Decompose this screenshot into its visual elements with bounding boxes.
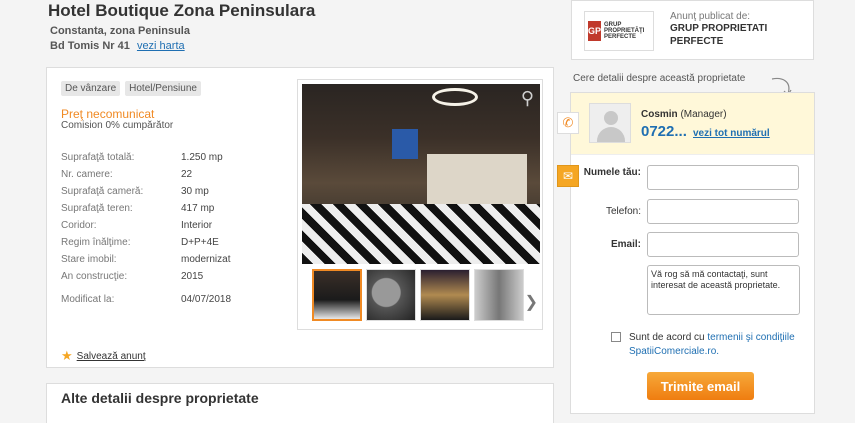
name-label: Numele tău:	[583, 167, 641, 178]
listing-tags: De vânzare Hotel/Pensiune	[61, 81, 201, 96]
spec-row: An construcţie: 2015	[61, 268, 281, 285]
thumbnail[interactable]	[474, 269, 524, 321]
terms-text: Sunt de acord cu termenii şi condiţiile …	[629, 331, 809, 358]
terms-agreement: Sunt de acord cu termenii şi condiţiile …	[611, 331, 809, 358]
phone-icon[interactable]: ✆	[557, 112, 579, 134]
agent-phone: 0722...	[641, 123, 687, 140]
spec-value: 30 mp	[181, 186, 209, 197]
spec-label: Suprafaţă teren:	[61, 203, 133, 214]
terms-checkbox[interactable]	[611, 332, 621, 342]
modified-label: Modificat la:	[61, 294, 115, 305]
photo-gallery: ⚲ ❯	[297, 79, 543, 330]
message-textarea[interactable]: Vă rog să mă contactaţi, sunt interesat …	[647, 265, 800, 315]
avatar-head	[604, 111, 618, 125]
spec-row: Suprafaţă cameră: 30 mp	[61, 183, 281, 200]
agency-name[interactable]: GRUP PROPRIETATI PERFECTE	[670, 23, 790, 48]
thumbnail[interactable]	[420, 269, 470, 321]
agent-first-name: Cosmin	[641, 109, 678, 120]
terms-prefix: Sunt de acord cu	[629, 332, 708, 343]
spec-row: Stare imobil: modernizat	[61, 251, 281, 268]
price: Preţ necomunicat	[61, 107, 155, 121]
spec-label: Coridor:	[61, 220, 97, 231]
spec-value: 22	[181, 169, 193, 180]
ceiling-light	[432, 88, 478, 106]
thumbnail[interactable]	[366, 269, 416, 321]
avatar-body	[597, 127, 625, 142]
user-avatar-icon	[589, 103, 631, 143]
modified-row: Modificat la: 04/07/2018	[61, 291, 281, 308]
phone-input[interactable]	[647, 199, 799, 224]
search-zoom-icon[interactable]: ⚲	[521, 88, 534, 109]
reception-desk	[427, 154, 527, 204]
tag-transaction[interactable]: De vânzare	[61, 81, 121, 96]
agent-role: (Manager)	[680, 109, 727, 120]
spec-value: 1.250 mp	[181, 152, 223, 163]
star-icon: ★	[61, 348, 73, 363]
spec-label: Stare imobil:	[61, 254, 117, 265]
spec-row: Suprafaţă totală: 1.250 mp	[61, 149, 281, 166]
details-card: Alte detalii despre proprietate	[46, 383, 554, 423]
spec-row: Nr. camere: 22	[61, 166, 281, 183]
map-link[interactable]: vezi harta	[137, 40, 185, 52]
spec-label: An construcţie:	[61, 271, 128, 282]
spec-label: Suprafaţă cameră:	[61, 186, 144, 197]
published-by-label: Anunţ publicat de:	[670, 11, 751, 22]
main-photo[interactable]: ⚲	[302, 84, 540, 264]
spec-value: Interior	[181, 220, 213, 231]
thumbnail-strip	[312, 269, 524, 321]
spec-value: modernizat	[181, 254, 231, 265]
commission: Comision 0% cumpărător	[61, 120, 174, 131]
spec-label: Nr. camere:	[61, 169, 113, 180]
agent-name: Cosmin (Manager)	[641, 109, 727, 120]
agency-logo-text: Grup Proprietăţi Perfecte	[604, 21, 645, 41]
spec-label: Suprafaţă totală:	[61, 152, 135, 163]
tag-property-type[interactable]: Hotel/Pensiune	[125, 81, 201, 96]
spec-row: Regim înălţime: D+P+4E	[61, 234, 281, 251]
ask-details-label: Cere detalii despre această proprietate	[573, 73, 746, 84]
specs-table: Suprafaţă totală: 1.250 mp Nr. camere: 22 …	[61, 149, 281, 308]
thumbnail[interactable]	[312, 269, 362, 321]
modified-value: 04/07/2018	[181, 294, 232, 305]
save-listing-label: Salvează anunţ	[76, 350, 146, 362]
spec-row: Coridor: Interior	[61, 217, 281, 234]
chevron-right-icon[interactable]: ❯	[525, 292, 538, 312]
spec-value: D+P+4E	[181, 237, 219, 248]
spec-row: Suprafaţă teren: 417 mp	[61, 200, 281, 217]
spec-label: Regim înălţime:	[61, 237, 131, 248]
agency-logo[interactable]: GP Grup Proprietăţi Perfecte	[584, 11, 654, 51]
page: Hotel Boutique Zona Peninsulara Constant…	[0, 0, 855, 423]
listing-city: Constanta, zona Peninsula	[50, 25, 190, 37]
agency-box: GP Grup Proprietăţi Perfecte Anunţ publi…	[571, 0, 814, 60]
email-input[interactable]	[647, 232, 799, 257]
patterned-floor	[302, 204, 540, 264]
save-listing-button[interactable]: ★ Salvează anunţ	[61, 348, 146, 364]
agent-box: Cosmin (Manager) 0722... vezi tot număru…	[571, 93, 814, 155]
spec-value: 417 mp	[181, 203, 215, 214]
spec-value: 2015	[181, 271, 204, 282]
details-heading: Alte detalii despre proprietate	[61, 390, 259, 406]
listing-card: De vânzare Hotel/Pensiune Preţ necomunic…	[46, 67, 554, 368]
listing-street: Bd Tomis Nr 41	[50, 40, 130, 52]
listing-address: Bd Tomis Nr 41 vezi harta	[50, 40, 185, 52]
listing-title: Hotel Boutique Zona Peninsulara	[48, 1, 316, 20]
name-input[interactable]	[647, 165, 799, 190]
lobby-sign	[392, 129, 418, 159]
show-number-link[interactable]: vezi tot numărul	[693, 128, 770, 139]
agency-logo-mark: GP	[588, 21, 602, 41]
phone-label: Telefon:	[605, 206, 641, 217]
email-label: Email:	[610, 239, 641, 250]
send-email-button[interactable]: Trimite email	[647, 372, 754, 400]
